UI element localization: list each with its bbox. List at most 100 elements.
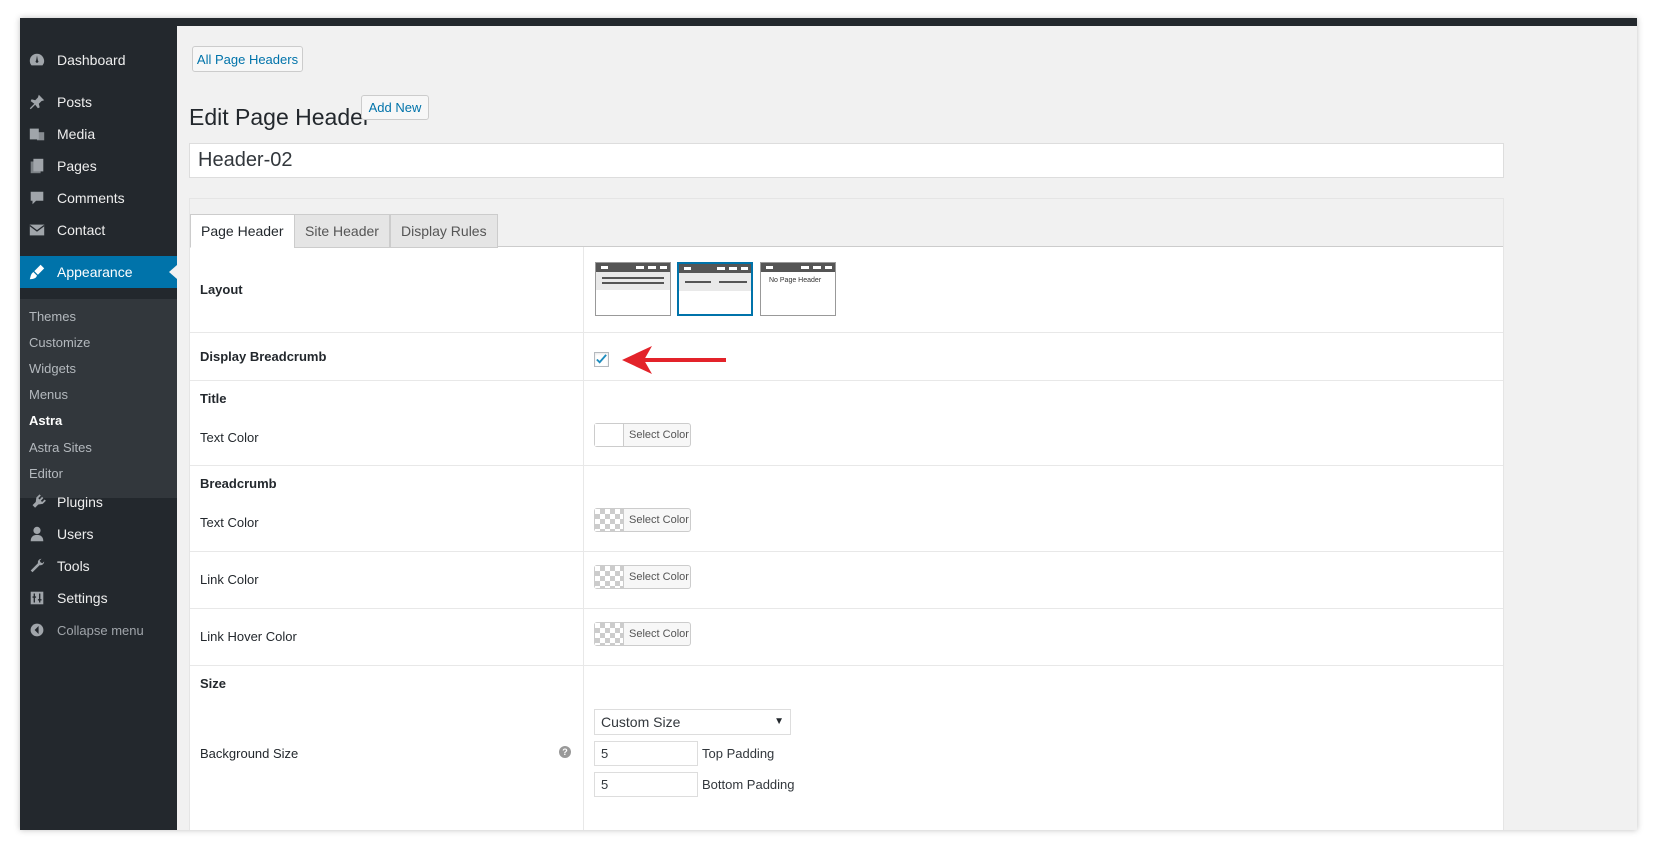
menu-item-plugins[interactable]: Plugins [20,486,177,518]
background-size-value: Custom Size [601,714,681,730]
color-swatch [595,424,624,446]
tab-page-header[interactable]: Page Header [190,214,295,248]
breadcrumb-link-hover-color-row: Link Hover Color Select Color [190,609,1503,666]
admin-sidebar: Dashboard Posts Media Pages Comments Con… [20,26,177,830]
layout-label: Layout [200,282,243,297]
title-section: Title Text Color Select Color [190,381,1503,466]
breadcrumb-link-color-label: Link Color [200,572,259,587]
title-section-heading: Title [200,391,227,406]
collapse-arrow-icon [27,620,47,640]
size-section: Size Background Size ? [190,666,1503,830]
menu-item-media[interactable]: Media [20,118,177,150]
page-title: Edit Page Header [189,104,371,130]
menu-label: Contact [57,222,106,238]
breadcrumb-section: Breadcrumb Text Color Select Color [190,466,1503,552]
pages-icon [27,156,47,176]
menu-label: Posts [57,94,93,110]
layout-option-2[interactable] [677,262,753,316]
settings-tabs: Page Header Site Header Display Rules [190,199,1503,248]
comment-icon [27,188,47,208]
menu-label: Appearance [57,264,133,280]
submenu-astra-sites[interactable]: Astra Sites [29,440,92,455]
add-new-button[interactable]: Add New [361,95,429,120]
checkmark-icon [596,354,607,364]
collapse-menu-button[interactable]: Collapse menu [20,614,177,646]
menu-label: Tools [57,558,90,574]
media-icon [27,124,47,144]
all-page-headers-button[interactable]: All Page Headers [192,46,303,72]
menu-label: Users [57,526,94,542]
breadcrumb-section-heading: Breadcrumb [200,476,277,491]
background-size-select[interactable]: Custom Size ▼ [594,709,791,735]
breadcrumb-link-color-row: Link Color Select Color [190,552,1503,609]
menu-item-appearance[interactable]: Appearance [20,256,177,288]
select-color-label: Select Color [629,628,689,640]
layout-option-1[interactable] [595,262,671,316]
select-color-label: Select Color [629,514,689,526]
menu-label: Settings [57,590,108,606]
breadcrumb-link-color-picker[interactable]: Select Color [594,565,691,589]
size-section-heading: Size [200,676,227,691]
bottom-padding-input[interactable]: 5 [594,772,698,797]
menu-item-tools[interactable]: Tools [20,550,177,582]
breadcrumb-link-hover-color-label: Link Hover Color [200,629,297,644]
collapse-label: Collapse menu [57,622,144,638]
breadcrumb-link-hover-color-picker[interactable]: Select Color [594,622,691,646]
layout-option-no-header[interactable]: No Page Header [760,262,836,316]
mail-icon [27,220,47,240]
select-color-label: Select Color [629,429,689,441]
pin-icon [27,92,47,112]
display-breadcrumb-checkbox[interactable] [594,352,609,367]
red-arrow-annotation [622,346,726,374]
breadcrumb-text-color-label: Text Color [200,515,259,530]
wrench-icon [27,556,47,576]
no-page-header-text: No Page Header [769,277,822,284]
color-swatch [595,566,624,588]
top-padding-label: Top Padding [702,746,775,761]
menu-item-pages[interactable]: Pages [20,150,177,182]
settings-icon [27,588,47,608]
layout-row: Layout No Page Header [190,247,1503,333]
chevron-down-icon: ▼ [774,716,784,727]
menu-label: Dashboard [57,52,126,68]
appearance-submenu: Themes Customize Widgets Menus Astra Ast… [20,299,177,498]
breadcrumb-text-color-picker[interactable]: Select Color [594,508,691,532]
help-icon[interactable]: ? [559,746,571,758]
brush-icon [27,262,47,282]
menu-item-users[interactable]: Users [20,518,177,550]
user-icon [27,524,47,544]
plugin-icon [27,492,47,512]
bottom-padding-label: Bottom Padding [702,777,795,792]
menu-item-posts[interactable]: Posts [20,86,177,118]
menu-label: Plugins [57,494,103,510]
submenu-themes[interactable]: Themes [29,309,76,324]
submenu-widgets[interactable]: Widgets [29,361,76,376]
select-color-label: Select Color [629,571,689,583]
tab-site-header[interactable]: Site Header [294,214,390,248]
admin-bar [20,18,1637,26]
color-swatch [595,623,624,645]
submenu-customize[interactable]: Customize [29,335,90,350]
title-text-color-picker[interactable]: Select Color [594,423,691,447]
post-title-input[interactable]: Header-02 [189,143,1504,178]
main-content: All Page Headers Edit Page Header Add Ne… [177,26,1637,830]
menu-item-comments[interactable]: Comments [20,182,177,214]
color-swatch [595,509,624,531]
tab-display-rules[interactable]: Display Rules [390,214,498,248]
app-window: Dashboard Posts Media Pages Comments Con… [20,18,1637,830]
display-breadcrumb-row: Display Breadcrumb [190,333,1503,381]
page-header-settings-box: Page Header Site Header Display Rules La… [189,198,1504,830]
menu-label: Media [57,126,96,142]
menu-label: Pages [57,158,97,174]
submenu-astra[interactable]: Astra [29,413,62,428]
background-size-label: Background Size [200,746,299,761]
menu-label: Comments [57,190,125,206]
menu-item-settings[interactable]: Settings [20,582,177,614]
display-breadcrumb-label: Display Breadcrumb [200,349,327,364]
submenu-editor[interactable]: Editor [29,466,63,481]
title-text-color-label: Text Color [200,430,259,445]
top-padding-input[interactable]: 5 [594,741,698,766]
menu-item-contact[interactable]: Contact [20,214,177,246]
submenu-menus[interactable]: Menus [29,387,68,402]
menu-item-dashboard[interactable]: Dashboard [20,44,177,76]
